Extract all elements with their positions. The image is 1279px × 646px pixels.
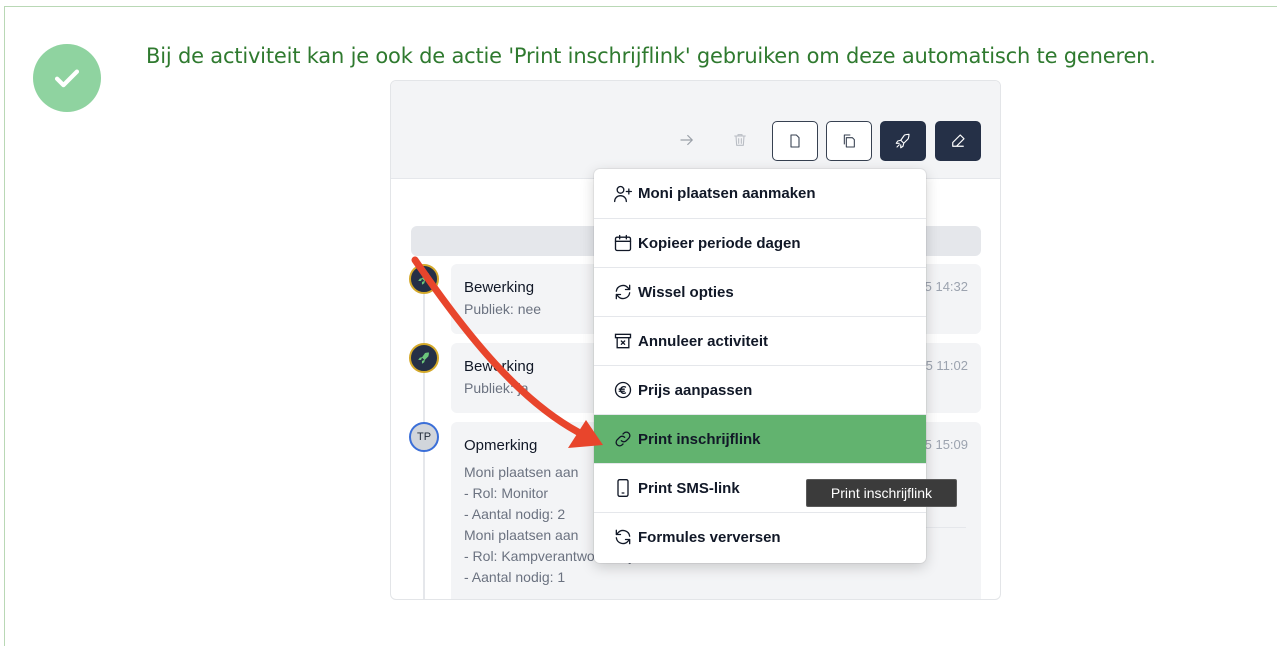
card-line: Publiek: nee — [464, 301, 542, 317]
menu-item-label: Prijs aanpassen — [638, 381, 753, 399]
card-time: 5 11:02 — [925, 358, 968, 373]
menu-item-label: Print SMS-link — [638, 479, 740, 497]
menu-item-prijs-aanpassen[interactable]: Prijs aanpassen — [594, 365, 926, 414]
card-line: Moni plaatsen aan — [464, 527, 579, 543]
menu-item-label: Annuleer activiteit — [638, 332, 769, 350]
card-line: Publiek: ja — [464, 380, 529, 396]
checkmark-icon — [33, 44, 101, 112]
eraser-button[interactable] — [935, 121, 981, 161]
menu-item-label: Formules verversen — [638, 528, 781, 546]
card-time: 5 14:32 — [924, 279, 968, 294]
card-time: 5 15:09 — [924, 437, 968, 452]
avatar-initials: TP — [416, 431, 432, 443]
menu-item-label: Moni plaatsen aanmaken — [638, 185, 816, 202]
menu-item-kopieer-periode[interactable]: Kopieer periode dagen — [594, 218, 926, 267]
swap-icon — [612, 281, 634, 303]
card-title: Opmerking — [464, 437, 538, 454]
divider — [926, 527, 966, 528]
trash-icon[interactable] — [728, 125, 752, 155]
menu-item-formules-verversen[interactable]: Formules verversen — [594, 512, 926, 561]
card-line: - Rol: Monitor — [464, 485, 549, 501]
copy-icon — [843, 134, 855, 148]
rocket-button[interactable] — [880, 121, 926, 161]
menu-item-print-inschrijflink[interactable]: Print inschrijflink — [594, 414, 926, 463]
toolbar — [391, 81, 1000, 179]
menu-item-wissel-opties[interactable]: Wissel opties — [594, 267, 926, 316]
callout-text: Bij de activiteit kan je ook de actie 'P… — [146, 44, 1156, 68]
menu-item-moni-plaatsen[interactable]: Moni plaatsen aanmaken — [594, 169, 926, 218]
user-plus-icon — [612, 183, 634, 205]
card-line: - Aantal nodig: 2 — [464, 506, 566, 522]
refresh-icon — [612, 526, 634, 548]
copy-button[interactable] — [826, 121, 872, 161]
rocket-avatar — [409, 264, 439, 294]
eraser-icon — [952, 134, 965, 147]
card-title: Bewerking — [464, 279, 535, 296]
card-line: Moni plaatsen aan — [464, 464, 579, 480]
file-icon — [790, 134, 800, 148]
calendar-icon — [612, 232, 634, 254]
arrow-right-icon[interactable] — [675, 125, 699, 155]
phone-icon — [612, 477, 634, 499]
user-avatar: TP — [409, 422, 439, 452]
file-button[interactable] — [772, 121, 818, 161]
card-line: - Aantal nodig: 1 — [464, 569, 566, 585]
archive-x-icon — [612, 330, 634, 352]
menu-item-annuleer[interactable]: Annuleer activiteit — [594, 316, 926, 365]
euro-icon — [612, 379, 634, 401]
menu-item-label: Kopieer periode dagen — [638, 234, 801, 252]
menu-item-label: Print inschrijflink — [638, 430, 761, 448]
rocket-icon — [895, 133, 910, 149]
card-title: Bewerking — [464, 358, 535, 375]
tooltip: Print inschrijflink — [806, 479, 957, 507]
link-icon — [612, 428, 634, 450]
menu-item-label: Wissel opties — [638, 283, 734, 301]
rocket-avatar — [409, 343, 439, 373]
